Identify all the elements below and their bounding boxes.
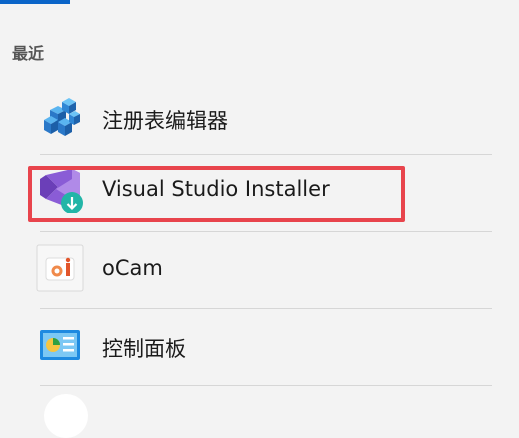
recent-section-title: 最近	[12, 44, 45, 63]
selected-tab-indicator	[0, 0, 70, 4]
registry-editor-icon	[44, 98, 80, 136]
highlight-box	[28, 166, 405, 222]
recent-item-ocam[interactable]: oCam	[0, 232, 519, 308]
recent-item-label: 注册表编辑器	[102, 109, 228, 133]
ocam-icon	[36, 244, 84, 292]
partial-next-item-icon	[44, 394, 88, 438]
recent-item-registry-editor[interactable]: 注册表编辑器	[0, 78, 519, 154]
recent-item-control-panel[interactable]: 控制面板	[0, 309, 519, 385]
recent-item-label: oCam	[102, 256, 163, 280]
divider	[40, 385, 492, 386]
recent-item-label: 控制面板	[102, 337, 186, 361]
control-panel-icon	[40, 330, 80, 360]
